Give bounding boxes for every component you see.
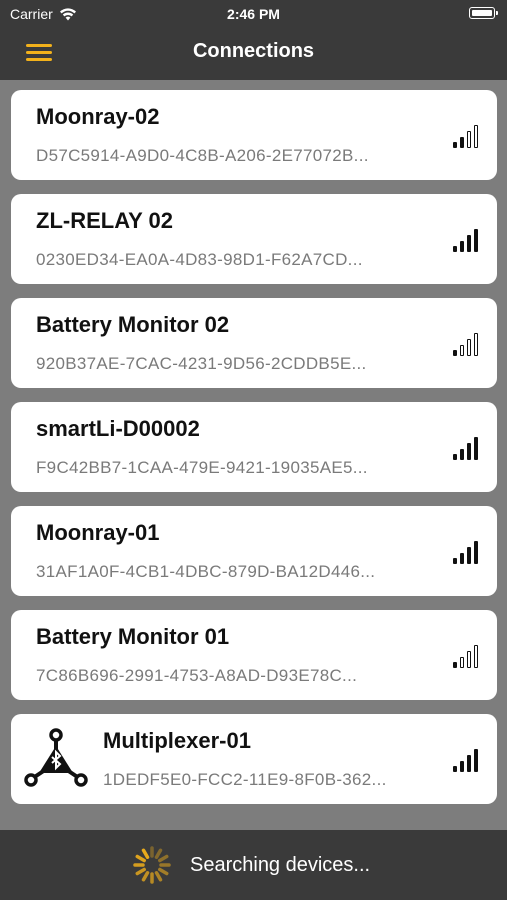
status-time: 2:46 PM — [227, 6, 280, 22]
device-uuid: D57C5914-A9D0-4C8B-A206-2E77072B... — [36, 146, 369, 165]
device-name: ZL-RELAY 02 — [36, 208, 173, 233]
device-card[interactable]: Multiplexer-01 1DEDF5E0-FCC2-11E9-8F0B-36… — [11, 714, 497, 804]
signal-strength-icon — [453, 538, 483, 564]
device-uuid: 1DEDF5E0-FCC2-11E9-8F0B-362... — [103, 770, 387, 789]
signal-strength-icon — [453, 434, 483, 460]
signal-strength-icon — [453, 746, 483, 772]
bluetooth-multiplexer-icon — [23, 728, 89, 790]
device-uuid: 7C86B696-2991-4753-A8AD-D93E78C... — [36, 666, 358, 685]
device-uuid: 0230ED34-EA0A-4D83-98D1-F62A7CD... — [36, 250, 363, 269]
search-status-text: Searching devices... — [190, 854, 371, 876]
bottom-status-bar: Searching devices... — [0, 830, 507, 900]
signal-strength-icon — [453, 330, 483, 356]
device-name: Multiplexer-01 — [103, 728, 251, 753]
navigation-bar: Connections — [0, 28, 507, 78]
device-card[interactable]: smartLi-D00002 F9C42BB7-1CAA-479E-9421-19… — [11, 402, 497, 492]
status-bar: Carrier 2:46 PM — [0, 0, 507, 28]
page-title: Connections — [192, 40, 315, 62]
device-name: Battery Monitor 01 — [36, 624, 230, 649]
device-name: Moonray-01 — [36, 520, 160, 545]
device-uuid: 920B37AE-7CAC-4231-9D56-2CDDB5E... — [36, 354, 367, 373]
device-name: Battery Monitor 02 — [36, 312, 230, 337]
device-card[interactable]: Battery Monitor 01 7C86B696-2991-4753-A8A… — [11, 610, 497, 700]
device-card[interactable]: ZL-RELAY 02 0230ED34-EA0A-4D83-98D1-F62A7… — [11, 194, 497, 284]
app-screen: Carrier 2:46 PM Connections Moonray-02 D5… — [0, 0, 507, 900]
device-card[interactable]: Battery Monitor 02 920B37AE-7CAC-4231-9D5… — [11, 298, 497, 388]
device-name: Moonray-02 — [36, 104, 160, 129]
device-name: smartLi-D00002 — [36, 416, 200, 441]
loading-spinner-icon — [131, 844, 173, 886]
signal-strength-icon — [453, 642, 483, 668]
top-bar: Carrier 2:46 PM Connections — [0, 0, 507, 80]
signal-strength-icon — [453, 122, 483, 148]
device-uuid: 31AF1A0F-4CB1-4DBC-879D-BA12D446... — [36, 562, 376, 581]
battery-icon — [469, 7, 498, 19]
device-card[interactable]: Moonray-01 31AF1A0F-4CB1-4DBC-879D-BA12D4… — [11, 506, 497, 596]
signal-strength-icon — [453, 226, 483, 252]
device-list: Moonray-02 D57C5914-A9D0-4C8B-A206-2E7707… — [11, 90, 497, 818]
device-uuid: F9C42BB7-1CAA-479E-9421-19035AE5... — [36, 458, 368, 477]
device-card[interactable]: Moonray-02 D57C5914-A9D0-4C8B-A206-2E7707… — [11, 90, 497, 180]
